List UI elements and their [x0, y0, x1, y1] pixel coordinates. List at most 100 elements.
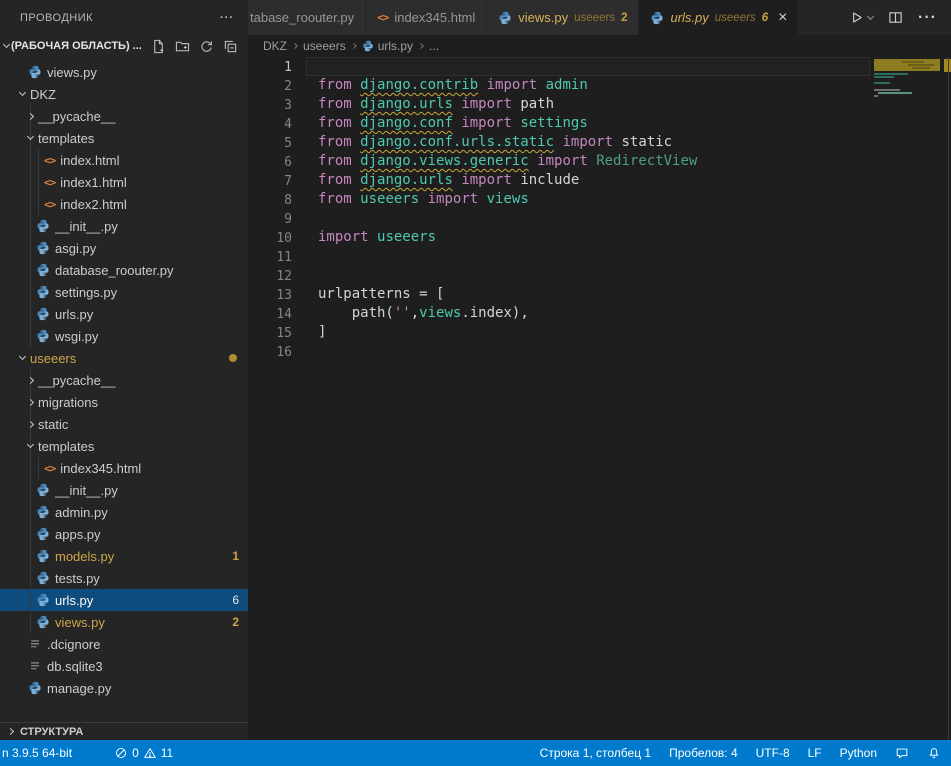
warning-count: 11: [161, 746, 173, 760]
code-line-7[interactable]: 7from django.urls import include: [248, 171, 951, 190]
notifications-button[interactable]: [927, 746, 941, 760]
line-number: 13: [248, 285, 292, 304]
code-line-12[interactable]: 12: [248, 266, 951, 285]
python-icon: [36, 549, 50, 563]
tree-item-useeers[interactable]: useeers: [0, 347, 248, 369]
tree-item--dcignore[interactable]: .dcignore: [0, 633, 248, 655]
code-line-11[interactable]: 11: [248, 247, 951, 266]
tab-label: views.py: [518, 10, 568, 25]
new-folder-icon[interactable]: [175, 39, 190, 54]
breadcrumb-item-DKZ[interactable]: DKZ: [263, 39, 287, 53]
tree-item-static[interactable]: static: [0, 413, 248, 435]
tree-item--pycache-[interactable]: __pycache__: [0, 105, 248, 127]
tree-item--init-py[interactable]: __init__.py: [0, 215, 248, 237]
code-line-5[interactable]: 5from django.conf.urls.static import sta…: [248, 133, 951, 152]
tree-item-label: useeers: [30, 351, 76, 366]
tree-item-label: index2.html: [60, 197, 126, 212]
minimap-bar: [874, 76, 894, 78]
tree-item-DKZ[interactable]: DKZ: [0, 83, 248, 105]
tree-item-manage-py[interactable]: manage.py: [0, 677, 248, 699]
cursor-position[interactable]: Строка 1, столбец 1: [540, 746, 651, 760]
code-line-4[interactable]: 4from django.conf import settings: [248, 114, 951, 133]
indent-guide: [38, 149, 39, 171]
minimap[interactable]: [872, 57, 944, 187]
tab-views-py[interactable]: views.pyuseeers2: [487, 0, 638, 35]
tree-item-settings-py[interactable]: settings.py: [0, 281, 248, 303]
outline-section-header[interactable]: СТРУКТУРА: [0, 722, 248, 740]
main-area: ПРОВОДНИК ··· (РАБОЧАЯ ОБЛАСТЬ) ... view…: [0, 0, 951, 740]
breadcrumb-item-urls-py[interactable]: urls.py: [362, 39, 413, 53]
new-file-icon[interactable]: [151, 39, 166, 54]
workspace-section-header[interactable]: (РАБОЧАЯ ОБЛАСТЬ) ...: [0, 35, 248, 57]
workspace-actions: [151, 39, 248, 54]
line-content: from django.urls import include: [292, 171, 579, 190]
language-mode[interactable]: Python: [840, 746, 877, 760]
line-content: from django.views.generic import Redirec…: [292, 152, 697, 171]
tree-item-index-html[interactable]: <>index.html: [0, 149, 248, 171]
run-button[interactable]: [849, 10, 873, 25]
code-line-8[interactable]: 8from useeers import views: [248, 190, 951, 209]
indent-guide: [30, 545, 31, 567]
tree-item-index345-html[interactable]: <>index345.html: [0, 457, 248, 479]
code-line-2[interactable]: 2from django.contrib import admin: [248, 76, 951, 95]
tree-item-label: views.py: [47, 65, 97, 80]
code-line-6[interactable]: 6from django.views.generic import Redire…: [248, 152, 951, 171]
close-icon[interactable]: ×: [778, 10, 787, 26]
tree-item-templates[interactable]: templates: [0, 127, 248, 149]
tree-item-urls-py[interactable]: urls.py: [0, 303, 248, 325]
tree-item-tests-py[interactable]: tests.py: [0, 567, 248, 589]
code-line-10[interactable]: 10import useeers: [248, 228, 951, 247]
problems-indicator[interactable]: 0 11: [114, 746, 173, 760]
tree-item-asgi-py[interactable]: asgi.py: [0, 237, 248, 259]
code-line-1[interactable]: 1: [248, 57, 951, 76]
tree-item-database-roouter-py[interactable]: database_roouter.py: [0, 259, 248, 281]
eol-sequence[interactable]: LF: [808, 746, 822, 760]
tree-item-urls-py[interactable]: urls.py6: [0, 589, 248, 611]
tree-item-models-py[interactable]: models.py1: [0, 545, 248, 567]
tree-item--pycache-[interactable]: __pycache__: [0, 369, 248, 391]
python-interpreter[interactable]: n 3.9.5 64-bit: [2, 746, 72, 760]
explorer-more-icon[interactable]: ···: [220, 12, 234, 24]
indentation[interactable]: Пробелов: 4: [669, 746, 738, 760]
tree-item-templates[interactable]: templates: [0, 435, 248, 457]
code-line-14[interactable]: 14 path('',views.index),: [248, 304, 951, 323]
tree-item-views-py[interactable]: views.py: [0, 61, 248, 83]
split-editor-icon[interactable]: [888, 10, 903, 25]
tree-item-index1-html[interactable]: <>index1.html: [0, 171, 248, 193]
code-line-9[interactable]: 9: [248, 209, 951, 228]
tree-item-label: static: [38, 417, 68, 432]
overview-ruler-tick: [944, 59, 951, 72]
tree-item-wsgi-py[interactable]: wsgi.py: [0, 325, 248, 347]
indent-guide: [30, 501, 31, 523]
encoding[interactable]: UTF-8: [756, 746, 790, 760]
line-content: from django.urls import path: [292, 95, 554, 114]
more-actions-icon[interactable]: ···: [918, 9, 937, 27]
chevron-right-icon: [292, 43, 298, 49]
tab-tabase-roouter-py[interactable]: tabase_roouter.py: [248, 0, 365, 35]
tab-urls-py[interactable]: urls.pyuseeers6×: [639, 0, 798, 35]
line-content: [292, 209, 318, 228]
breadcrumb-item-useeers[interactable]: useeers: [303, 39, 346, 53]
collapse-all-icon[interactable]: [223, 39, 238, 54]
indent-guide: [30, 237, 31, 259]
tab-index345-html[interactable]: <>index345.html: [366, 0, 486, 35]
workspace-title: (РАБОЧАЯ ОБЛАСТЬ) ...: [11, 40, 142, 52]
line-number: 3: [248, 95, 292, 114]
feedback-button[interactable]: [895, 746, 909, 760]
tree-item-admin-py[interactable]: admin.py: [0, 501, 248, 523]
code-line-3[interactable]: 3from django.urls import path: [248, 95, 951, 114]
tree-item-migrations[interactable]: migrations: [0, 391, 248, 413]
tree-item--init-py[interactable]: __init__.py: [0, 479, 248, 501]
tree-item-index2-html[interactable]: <>index2.html: [0, 193, 248, 215]
code-line-15[interactable]: 15]: [248, 323, 951, 342]
tree-item-apps-py[interactable]: apps.py: [0, 523, 248, 545]
tree-item-db-sqlite3[interactable]: db.sqlite3: [0, 655, 248, 677]
breadcrumb-item--[interactable]: ...: [429, 39, 439, 53]
refresh-icon[interactable]: [199, 39, 214, 54]
python-icon: [36, 571, 50, 585]
code-line-13[interactable]: 13urlpatterns = [: [248, 285, 951, 304]
tree-item-views-py[interactable]: views.py2: [0, 611, 248, 633]
code-editor[interactable]: 12from django.contrib import admin3from …: [248, 57, 951, 740]
code-line-16[interactable]: 16: [248, 342, 951, 361]
explorer-header[interactable]: ПРОВОДНИК ···: [0, 0, 248, 35]
